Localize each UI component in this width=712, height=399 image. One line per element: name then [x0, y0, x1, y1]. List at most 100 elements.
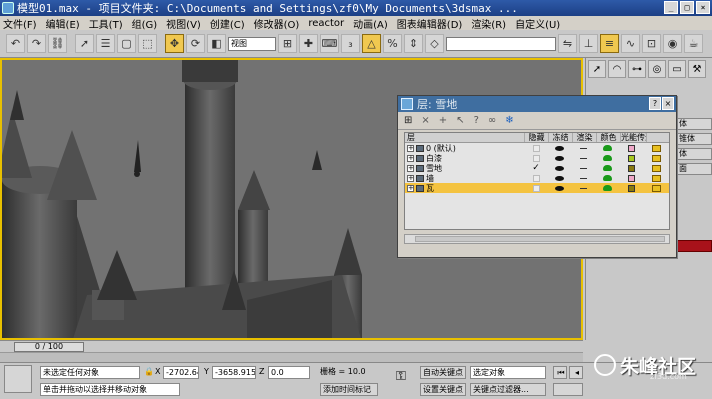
set-key-button[interactable]: 设置关键点	[420, 383, 466, 396]
render-dash-icon[interactable]	[580, 157, 588, 159]
window-crossing-icon[interactable]: ⬚	[138, 34, 157, 53]
freeze-eye-icon[interactable]	[555, 175, 565, 181]
layer-name-cell[interactable]: + 雪地	[405, 163, 524, 173]
layer-row[interactable]: + 瓦	[405, 183, 669, 193]
angle-snap-icon[interactable]: △	[362, 34, 381, 53]
col-header-color[interactable]: 颜色	[597, 133, 621, 142]
select-by-name-icon[interactable]: ☰	[96, 34, 115, 53]
color-cell[interactable]	[619, 183, 643, 193]
freeze-cell[interactable]	[548, 183, 572, 193]
expand-icon[interactable]: +	[407, 164, 414, 172]
delete-layer-icon[interactable]: ×	[421, 115, 429, 126]
layer-row[interactable]: +0 (默认)	[405, 143, 669, 153]
freeze-eye-icon[interactable]	[555, 155, 565, 161]
render-cell[interactable]	[572, 173, 596, 183]
align-icon[interactable]: ⊥	[579, 34, 598, 53]
spinner-snap-icon[interactable]: ⇕	[404, 34, 423, 53]
hide-checkbox[interactable]	[532, 184, 540, 192]
hide-all-icon[interactable]: ∞	[488, 115, 496, 126]
freeze-eye-icon[interactable]	[555, 165, 565, 171]
col-header-layer[interactable]: 层	[405, 133, 525, 142]
radiosity-cell[interactable]	[643, 183, 669, 193]
new-layer-icon[interactable]: ⊞	[404, 115, 412, 126]
menu-animation[interactable]: 动画(A)	[350, 16, 394, 31]
layer-row[interactable]: + 白漆	[405, 153, 669, 163]
current-frame-field[interactable]	[553, 383, 583, 396]
time-slider-thumb[interactable]: 0 / 100	[14, 342, 84, 352]
radiosity-cell[interactable]	[643, 143, 669, 153]
object-color-swatch[interactable]	[676, 240, 712, 252]
utilities-tab-icon[interactable]: ⚒	[688, 60, 706, 78]
named-selection-sets[interactable]	[446, 36, 556, 51]
region-select-icon[interactable]: ▢	[117, 34, 136, 53]
keyboard-shortcut-icon[interactable]: ⌨	[320, 34, 339, 53]
layer-color-swatch[interactable]	[627, 144, 635, 152]
menu-reactor[interactable]: reactor	[305, 18, 350, 29]
teapot-icon[interactable]	[602, 155, 612, 161]
select-icon[interactable]: ➚	[75, 34, 94, 53]
snap-icon[interactable]: ₃	[341, 34, 360, 53]
key-icon[interactable]: ⚿	[396, 371, 414, 384]
radiosity-cell[interactable]	[643, 153, 669, 163]
col-header-render[interactable]: 渲染	[573, 133, 597, 142]
pivot-icon[interactable]: ⊞	[278, 34, 297, 53]
object-type-button-3[interactable]: 体	[676, 148, 712, 160]
layer-color-swatch[interactable]	[627, 184, 635, 192]
manipulate-icon[interactable]: ✚	[299, 34, 318, 53]
object-type-button-2[interactable]: 锥体	[676, 133, 712, 145]
hidden-check-icon[interactable]: ✓	[532, 163, 540, 173]
freeze-cell[interactable]	[548, 153, 572, 163]
hide-cell[interactable]	[524, 183, 548, 193]
color-cell[interactable]	[619, 173, 643, 183]
menu-modifiers[interactable]: 修改器(O)	[251, 16, 306, 31]
redo-icon[interactable]: ↷	[27, 34, 46, 53]
hide-cell[interactable]: ✓	[524, 163, 548, 173]
radiosity-icon[interactable]	[651, 144, 661, 152]
render-cell[interactable]	[572, 143, 596, 153]
select-in-layer-icon[interactable]: ↖	[456, 115, 464, 126]
add-to-layer-icon[interactable]: +	[439, 115, 447, 126]
col-header-radiosity[interactable]: 光能传递	[621, 133, 647, 142]
layer-dialog-title-bar[interactable]: 层: 雪地 ? ×	[398, 96, 676, 112]
render-dash-icon[interactable]	[580, 177, 588, 179]
render-dash-icon[interactable]	[580, 187, 588, 189]
move-icon[interactable]: ✥	[165, 34, 184, 53]
layer-name-cell[interactable]: + 白漆	[405, 153, 524, 163]
key-filters-button[interactable]: 关键点过滤器...	[470, 383, 546, 396]
menu-edit[interactable]: 编辑(E)	[43, 16, 86, 31]
hide-cell[interactable]	[524, 143, 548, 153]
help-button[interactable]: ?	[649, 97, 661, 110]
layer-color-swatch[interactable]	[627, 164, 635, 172]
expand-icon[interactable]: +	[407, 174, 414, 182]
schematic-view-icon[interactable]: ⊡	[642, 34, 661, 53]
reference-coordinate-select[interactable]: 视图	[228, 36, 276, 51]
freeze-cell[interactable]	[548, 173, 572, 183]
modify-tab-icon[interactable]: ◠	[608, 60, 626, 78]
render-cell[interactable]	[572, 153, 596, 163]
freeze-cell[interactable]	[548, 163, 572, 173]
previous-frame-icon[interactable]: ◂	[569, 366, 583, 379]
material-editor-icon[interactable]: ◉	[663, 34, 682, 53]
freeze-cell[interactable]	[548, 143, 572, 153]
render-teapot-cell[interactable]	[596, 163, 620, 173]
layer-name-cell[interactable]: + 瓦	[405, 183, 524, 193]
radiosity-icon[interactable]	[651, 174, 661, 182]
col-header-hide[interactable]: 隐藏	[525, 133, 549, 142]
layer-row[interactable]: + 墙	[405, 173, 669, 183]
z-coordinate-field[interactable]: 0.0	[268, 366, 310, 379]
teapot-icon[interactable]	[602, 175, 612, 181]
render-cell[interactable]	[572, 163, 596, 173]
freeze-eye-icon[interactable]	[555, 185, 565, 191]
menu-customize[interactable]: 自定义(U)	[512, 16, 566, 31]
link-icon[interactable]: ⛓	[48, 34, 67, 53]
rotate-icon[interactable]: ⟳	[186, 34, 205, 53]
hide-checkbox[interactable]	[532, 144, 540, 152]
create-tab-icon[interactable]: ➚	[588, 60, 606, 78]
dialog-close-button[interactable]: ×	[662, 97, 674, 110]
motion-tab-icon[interactable]: ◎	[648, 60, 666, 78]
radiosity-icon[interactable]	[651, 154, 661, 162]
layer-name-cell[interactable]: +0 (默认)	[405, 143, 524, 153]
menu-group[interactable]: 组(G)	[129, 16, 164, 31]
teapot-icon[interactable]	[602, 185, 612, 191]
layer-color-swatch[interactable]	[627, 154, 635, 162]
